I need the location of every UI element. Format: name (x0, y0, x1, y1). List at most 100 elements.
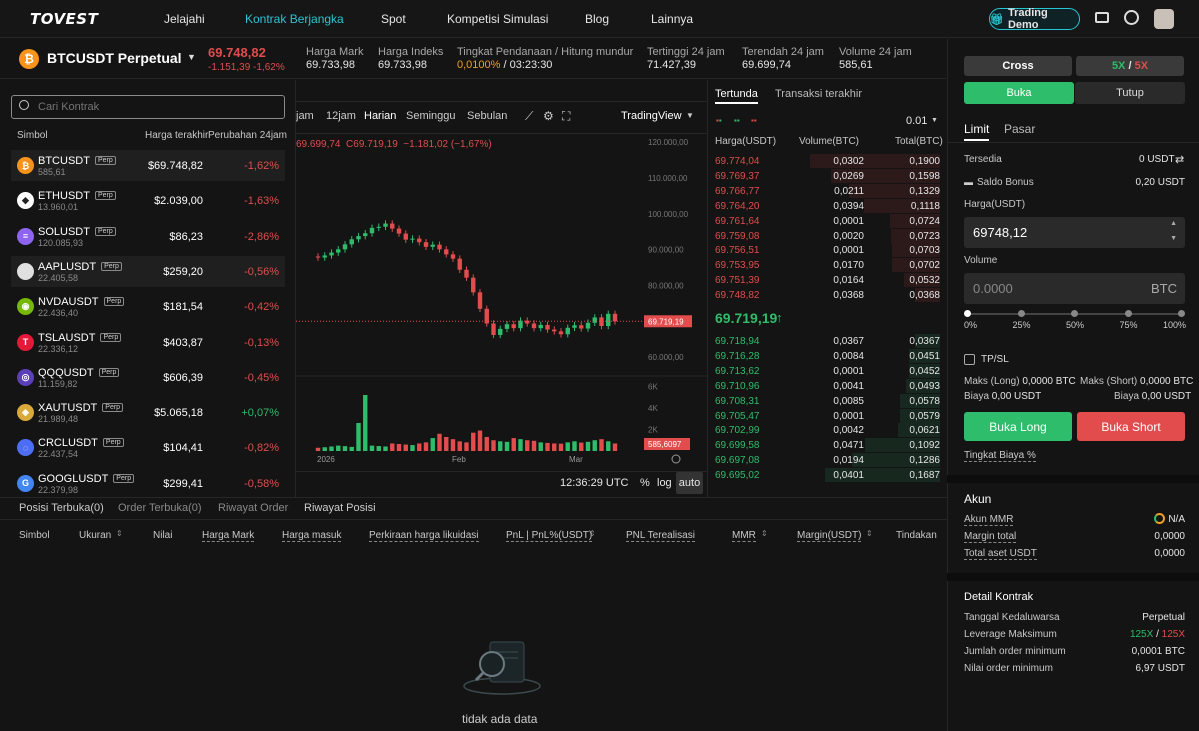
nav-more[interactable]: Lainnya (651, 12, 693, 26)
tf-12h[interactable]: 12jam (326, 110, 356, 122)
col-symbol[interactable]: Simbol (17, 130, 48, 141)
nav-blog[interactable]: Blog (585, 12, 609, 26)
fee-rate-link[interactable]: Tingkat Biaya % (964, 450, 1036, 462)
chevron-down-icon[interactable]: ▼ (686, 111, 694, 120)
chevron-down-icon[interactable]: ▼ (931, 117, 938, 124)
col-mmr[interactable]: MMR (732, 530, 756, 542)
ask-row[interactable]: 69.756,51 0,0001 0,0703 (715, 243, 940, 258)
open-short-button[interactable]: Buka Short (1077, 412, 1185, 441)
search-box[interactable] (11, 95, 285, 119)
sort-icon[interactable]: ⇕ (761, 529, 768, 538)
ob-view-bids-icon[interactable]: ▪▪ (734, 116, 740, 125)
margin-mode-button[interactable]: Cross (964, 56, 1072, 76)
bid-row[interactable]: 69.716,28 0,0084 0,0451 (715, 348, 940, 364)
tab-open-orders[interactable]: Order Terbuka(0) (118, 502, 202, 514)
tradingview-toggle[interactable]: TradingView (621, 110, 682, 122)
search-input[interactable] (38, 99, 278, 115)
ask-row[interactable]: 69.769,37 0,0269 0,1598 (715, 168, 940, 184)
col-change[interactable]: Perubahan 24jam (208, 130, 287, 141)
slider-mark[interactable] (1178, 310, 1185, 317)
slider-mark[interactable] (1124, 310, 1132, 317)
contract-row[interactable]: G GOOGLUSDT Perp 22.379,98 $299,41 -0,58% (11, 468, 285, 499)
logo[interactable]: TOVEST (30, 10, 98, 28)
wallet-icon[interactable] (1095, 12, 1109, 23)
sort-icon[interactable]: ⇕ (866, 529, 873, 538)
ask-row[interactable]: 69.774,04 0,0302 0,1900 (715, 154, 940, 169)
stepper-up-icon[interactable]: ▲ (1170, 220, 1177, 227)
ask-row[interactable]: 69.759,08 0,0020 0,0723 (715, 228, 940, 244)
tab-order-history[interactable]: Riwayat Order (218, 502, 288, 514)
slider-mark[interactable] (964, 310, 971, 317)
bid-row[interactable]: 69.710,96 0,0041 0,0493 (715, 378, 940, 394)
bid-row[interactable]: 69.697,08 0,0194 0,1286 (715, 453, 940, 468)
tab-position-history[interactable]: Riwayat Posisi (304, 502, 376, 514)
market-tab[interactable]: Pasar (1004, 122, 1035, 136)
bid-row[interactable]: 69.695,02 0,0401 0,1687 (715, 468, 940, 483)
symbol-title[interactable]: BTCUSDT Perpetual (47, 50, 182, 66)
avatar[interactable] (1154, 9, 1174, 29)
ask-row[interactable]: 69.761,64 0,0001 0,0724 (715, 213, 940, 229)
contract-row[interactable]: ≡ SOLUSDT Perp 120.085,93 $86,23 -2,86% (11, 221, 285, 252)
ask-row[interactable]: 69.748,82 0,0368 0,0368 (715, 288, 940, 303)
ask-row[interactable]: 69.764,20 0,0394 0,1118 (715, 198, 940, 214)
bid-row[interactable]: 69.718,94 0,0367 0,0367 (715, 334, 940, 349)
symbol-dropdown-icon[interactable]: ▼ (187, 52, 196, 62)
tf-hour[interactable]: jam (296, 110, 314, 122)
log-toggle[interactable]: log (657, 477, 672, 489)
contract-row[interactable]: T TSLAUSDT Perp 22.336,12 $403,87 -0,13% (11, 327, 285, 358)
volume-input[interactable]: 0.0000 BTC (964, 273, 1185, 304)
open-long-button[interactable]: Buka Long (964, 412, 1072, 441)
tab-open-positions[interactable]: Posisi Terbuka(0) (19, 502, 104, 514)
precision-select[interactable]: 0.01 (906, 115, 927, 127)
slider-mark[interactable] (1071, 310, 1078, 317)
auto-toggle[interactable]: auto (676, 472, 703, 494)
tab-recent-trades[interactable]: Transaksi terakhir (775, 88, 862, 100)
stepper-down-icon[interactable]: ▼ (1170, 235, 1177, 242)
col-last-price[interactable]: Harga terakhir (145, 130, 208, 141)
tf-daily[interactable]: Harian (364, 110, 396, 122)
bid-row[interactable]: 69.705,47 0,0001 0,0579 (715, 408, 940, 424)
limit-tab[interactable]: Limit (964, 122, 990, 141)
pct-toggle[interactable]: % (640, 477, 650, 489)
contract-row[interactable]: ◈ XAUTUSDT Perp 21.989,48 $5.065,18 +0,07% (11, 397, 285, 428)
contract-row[interactable]: AAPLUSDT Perp 22.405,58 $259,20 -0,56% (11, 255, 285, 287)
nav-simulation[interactable]: Kompetisi Simulasi (447, 12, 548, 26)
ob-view-asks-icon[interactable]: ▪▪ (751, 116, 757, 125)
contract-row[interactable]: ◌ CRCLUSDT Perp 22.437,54 $104,41 -0,82% (11, 432, 285, 463)
bid-row[interactable]: 69.713,62 0,0001 0,0452 (715, 363, 940, 379)
ask-row[interactable]: 69.766,77 0,0211 0,1329 (715, 183, 940, 199)
contract-row[interactable]: ◎ QQQUSDT Perp 11.159,82 $606,39 -0,45% (11, 362, 285, 393)
col-size[interactable]: Ukuran (79, 530, 111, 541)
nav-explore[interactable]: Jelajahi (164, 12, 205, 26)
nav-spot[interactable]: Spot (381, 12, 406, 26)
col-margin[interactable]: Margin(USDT) (797, 530, 862, 542)
bid-row[interactable]: 69.702,99 0,0042 0,0621 (715, 423, 940, 438)
contract-row[interactable]: ₿ BTCUSDT Perp 585,61 $69.748,82 -1,62% (11, 150, 285, 181)
sort-icon[interactable]: ⇕ (116, 529, 123, 538)
bid-row[interactable]: 69.699,58 0,0471 0,1092 (715, 438, 940, 453)
fullscreen-icon[interactable]: ⛶ (562, 109, 570, 124)
transfer-icon[interactable]: ⇄ (1175, 153, 1184, 166)
open-tab[interactable]: Buka (964, 82, 1074, 104)
slider-mark[interactable] (1017, 310, 1025, 317)
leverage-button[interactable]: 5X / 5X (1076, 56, 1184, 76)
tab-orderbook[interactable]: Tertunda (715, 88, 758, 104)
bid-row[interactable]: 69.708,31 0,0085 0,0578 (715, 393, 940, 409)
settings-icon[interactable]: ⚙ (543, 109, 554, 123)
col-pnl[interactable]: PnL | PnL%(USDT) (506, 530, 593, 542)
globe-icon[interactable] (1124, 10, 1139, 25)
tpsl-checkbox[interactable] (964, 354, 975, 365)
contract-row[interactable]: ◆ ETHUSDT Perp 13.960,01 $2.039,00 -1,63% (11, 185, 285, 216)
tf-monthly[interactable]: Sebulan (467, 110, 507, 122)
nav-futures[interactable]: Kontrak Berjangka (245, 12, 344, 26)
price-input[interactable]: 69748,12 ▲ ▼ (964, 217, 1185, 248)
ask-row[interactable]: 69.751,39 0,0164 0,0532 (715, 273, 940, 288)
ob-view-both-icon[interactable]: ▪▪ (716, 116, 722, 125)
indicator-icon[interactable]: ⟋ (525, 109, 533, 124)
price-chart[interactable]: 120.000,00 110.000,00 100.000,00 90.000,00 8… (296, 134, 708, 470)
ask-row[interactable]: 69.753,95 0,0170 0,0702 (715, 258, 940, 273)
sort-icon[interactable]: ⇕ (589, 529, 596, 538)
close-tab[interactable]: Tutup (1075, 82, 1185, 104)
tf-weekly[interactable]: Seminggu (406, 110, 456, 122)
contract-row[interactable]: ◉ NVDAUSDT Perp 22.436,40 $181,54 -0,42% (11, 291, 285, 322)
